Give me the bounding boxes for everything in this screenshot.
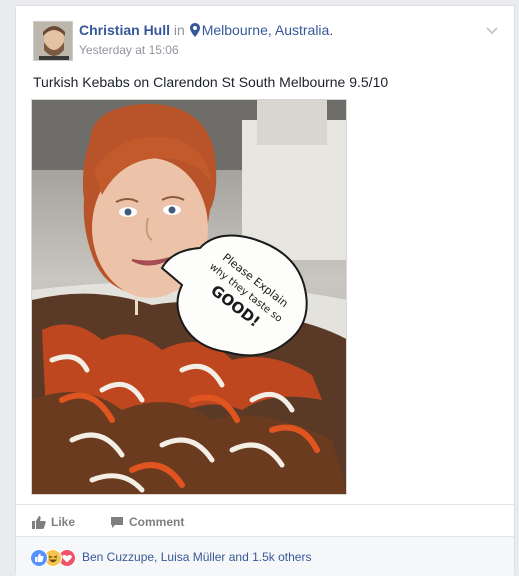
location-pin-icon: [189, 23, 200, 37]
reactions-bar: Ben Cuzzupe, Luisa Müller and 1.5k other…: [16, 536, 514, 576]
like-reaction-icon: [30, 549, 48, 567]
comment-icon: [111, 517, 123, 528]
like-label: Like: [51, 515, 76, 529]
post-actions-bar: Like Comment: [16, 504, 514, 529]
comment-label: Comment: [129, 515, 185, 529]
post-card: Christian Hull in Melbourne, Australia. …: [15, 5, 515, 576]
location-connector: in: [173, 22, 185, 38]
location-link[interactable]: Melbourne, Australia.: [202, 22, 334, 38]
post-header: Christian Hull in Melbourne, Australia.: [79, 22, 333, 38]
thumbs-up-icon: [32, 516, 46, 529]
post-timestamp[interactable]: Yesterday at 15:06: [79, 43, 179, 57]
post-photo[interactable]: Please Explain why they taste so GOOD!: [31, 99, 347, 495]
reaction-icons[interactable]: [30, 549, 78, 567]
post-options-chevron-icon[interactable]: [486, 22, 498, 40]
author-name[interactable]: Christian Hull: [79, 22, 170, 38]
like-button[interactable]: Like: [32, 515, 75, 529]
comment-button[interactable]: Comment: [110, 515, 184, 529]
reactions-summary[interactable]: Ben Cuzzupe, Luisa Müller and 1.5k other…: [82, 550, 311, 564]
post-text: Turkish Kebabs on Clarendon St South Mel…: [33, 74, 389, 90]
author-avatar[interactable]: [33, 21, 73, 61]
